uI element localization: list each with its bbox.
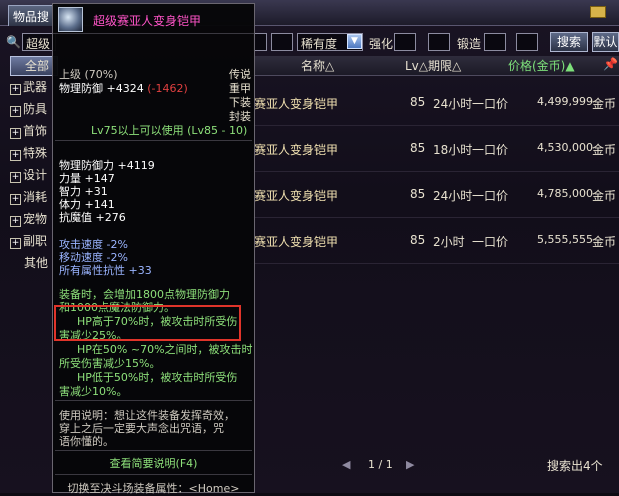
category-label: 副职 — [23, 234, 48, 248]
search-button[interactable]: 搜索 — [550, 32, 588, 52]
hp-low-effect-text: 害减少10%。 — [59, 385, 128, 398]
cell-bid: 一口价 — [472, 97, 509, 111]
column-price[interactable]: 价格(金币)▲ — [508, 57, 575, 77]
cell-name: 赛亚人变身铠甲 — [254, 143, 339, 157]
cell-currency: 金币 — [592, 143, 617, 157]
detail-link[interactable]: 查看简要说明(F4) — [53, 455, 254, 471]
category-label: 防具 — [23, 102, 48, 116]
divider — [55, 450, 252, 451]
enhance-max-input[interactable] — [428, 33, 450, 51]
category-label: 武器 — [23, 80, 48, 94]
rarity-dropdown-icon[interactable]: ▼ — [347, 34, 362, 49]
category-item[interactable]: + 消耗 — [10, 188, 58, 208]
divider — [55, 140, 252, 141]
cell-currency: 金币 — [592, 235, 617, 249]
page-indicator: 1 / 1 — [368, 458, 393, 471]
category-label: 宠物 — [23, 212, 48, 226]
expand-icon[interactable]: + — [10, 106, 21, 117]
cell-time: 24小时 — [433, 97, 473, 111]
table-row[interactable]: 赛亚人变身铠甲 85 18小时 一口价 4,530,000 金币 — [250, 126, 619, 172]
stat-line: 抗魔值 +276 — [59, 211, 126, 224]
phys-def-text: 物理防御 +4324 (-1462) — [59, 80, 188, 96]
category-label: 设计 — [23, 168, 48, 182]
next-page-icon[interactable]: ▶ — [406, 458, 420, 472]
search-icon[interactable]: 🔍 — [6, 35, 21, 49]
quality-select[interactable] — [271, 33, 293, 51]
cell-name: 赛亚人变身铠甲 — [254, 97, 339, 111]
cell-bid: 一口价 — [472, 143, 509, 157]
forge-max-input[interactable] — [516, 33, 538, 51]
level-input[interactable] — [253, 33, 267, 51]
cell-name: 赛亚人变身铠甲 — [254, 235, 339, 249]
cell-level: 85 — [410, 95, 426, 109]
table-row[interactable]: 赛亚人变身铠甲 85 24小时 一口价 4,499,999 金币 — [250, 80, 619, 126]
cell-bid: 一口价 — [472, 235, 509, 249]
cell-bid: 一口价 — [472, 189, 509, 203]
cell-price: 5,555,555 — [537, 233, 593, 246]
cell-time: 2小时 — [433, 235, 465, 249]
enhance-input[interactable] — [394, 33, 416, 51]
cell-price: 4,785,000 — [537, 187, 593, 200]
pin-icon[interactable]: 📌 — [603, 57, 618, 77]
forge-label: 锻造 — [457, 37, 482, 51]
category-item[interactable]: + 设计 — [10, 166, 58, 186]
tooltip-title: 超级赛亚人变身铠甲 — [93, 14, 202, 28]
stat-line: 所有属性抗性 +33 — [59, 264, 152, 277]
phys-def-delta: (-1462) — [147, 82, 188, 95]
category-item[interactable]: + 副职 — [10, 232, 58, 252]
cell-level: 85 — [410, 233, 426, 247]
cell-time: 24小时 — [433, 189, 473, 203]
switch-text: 切换至决斗场装备属性：<Home> — [67, 482, 240, 495]
highlight-box — [54, 305, 241, 341]
mail-icon[interactable] — [590, 6, 606, 18]
cell-name: 赛亚人变身铠甲 — [254, 189, 339, 203]
category-item[interactable]: 全部 — [10, 56, 58, 76]
category-label: 特殊 — [23, 146, 48, 160]
category-item[interactable]: 其他 — [10, 254, 58, 274]
usage-text: 语你懂的。 — [59, 435, 114, 448]
level-req-text: Lv75以上可以使用 (Lv85 - 10) — [91, 124, 248, 137]
item-tooltip: 超级赛亚人变身铠甲 上级 (70%) 传说 物理防御 +4324 (-1462)… — [52, 3, 255, 495]
expand-icon[interactable]: + — [10, 128, 21, 139]
table-row[interactable]: 赛亚人变身铠甲 85 24小时 一口价 4,785,000 金币 — [250, 172, 619, 218]
cell-price: 4,499,999 — [537, 95, 593, 108]
category-item[interactable]: + 特殊 — [10, 144, 58, 164]
category-item[interactable]: + 首饰 — [10, 122, 58, 142]
armor-icon — [58, 7, 83, 32]
expand-icon[interactable]: + — [10, 172, 21, 183]
category-label: 首饰 — [23, 124, 48, 138]
cell-level: 85 — [410, 187, 426, 201]
cell-price: 4,530,000 — [537, 141, 593, 154]
column-name[interactable]: 名称△ — [301, 57, 334, 77]
cell-time: 18小时 — [433, 143, 473, 157]
category-label: 全部 — [25, 59, 50, 73]
expand-icon[interactable]: + — [10, 150, 21, 161]
category-label: 消耗 — [23, 190, 48, 204]
level-select[interactable]: 超级 — [22, 33, 56, 51]
tooltip-header: 超级赛亚人变身铠甲 — [53, 4, 254, 34]
category-item[interactable]: + 武器 — [10, 78, 58, 98]
expand-icon[interactable]: + — [10, 194, 21, 205]
expand-icon[interactable]: + — [10, 84, 21, 95]
column-level-time[interactable]: Lv△期限△ — [405, 57, 461, 77]
category-item[interactable]: + 防具 — [10, 100, 58, 120]
forge-input[interactable] — [484, 33, 506, 51]
divider — [55, 400, 252, 401]
category-label: 其他 — [24, 256, 49, 270]
category-item[interactable]: + 宠物 — [10, 210, 58, 230]
search-count: 搜索出4个 — [547, 459, 603, 473]
default-button[interactable]: 默认 — [592, 32, 619, 52]
enhance-label: 强化 — [369, 37, 394, 51]
expand-icon[interactable]: + — [10, 216, 21, 227]
category-list: 全部 + 武器 + 防具 + 首饰 + 特殊 + 设计 + 消耗 + 宠物 + 副职 其他 — [10, 56, 58, 278]
phys-def-value: 物理防御 +4324 — [59, 82, 144, 95]
cell-currency: 金币 — [592, 189, 617, 203]
divider — [55, 474, 252, 475]
cell-level: 85 — [410, 141, 426, 155]
expand-icon[interactable]: + — [10, 238, 21, 249]
prev-page-icon[interactable]: ◀ — [342, 458, 356, 472]
cell-currency: 金币 — [592, 97, 617, 111]
pager: ◀ 1 / 1 ▶ — [340, 456, 460, 474]
table-row[interactable]: 赛亚人变身铠甲 85 2小时 一口价 5,555,555 金币 — [250, 218, 619, 264]
